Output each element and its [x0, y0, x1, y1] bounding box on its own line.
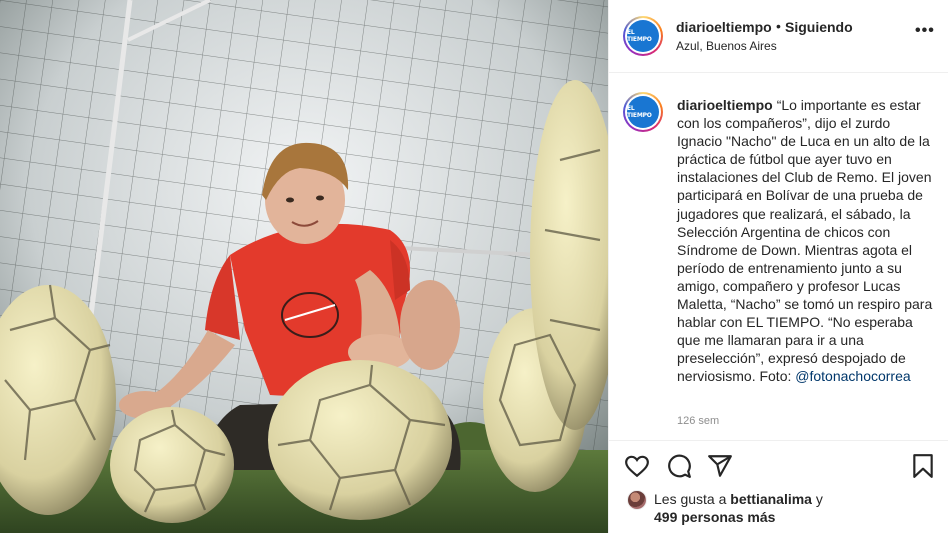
- avatar-logo: EL TIEMPO: [627, 96, 659, 128]
- following-button[interactable]: Siguiendo: [785, 19, 853, 35]
- post-image: [0, 0, 608, 533]
- liker-username[interactable]: bettianalima: [730, 491, 812, 507]
- share-icon[interactable]: [707, 453, 733, 479]
- likes-summary: Les gusta a bettianalima y 499 personas …: [654, 490, 844, 526]
- likes-prefix: Les gusta a: [654, 491, 727, 507]
- separator-dot: •: [776, 18, 781, 34]
- more-horizontal-icon[interactable]: •••: [915, 22, 935, 40]
- bookmark-icon[interactable]: [910, 453, 936, 479]
- likes-others-link[interactable]: 499 personas más: [654, 509, 775, 525]
- action-bar: Les gusta a bettianalima y 499 personas …: [609, 440, 948, 533]
- post-photo[interactable]: [0, 0, 608, 533]
- likes-conjunction: y: [815, 491, 823, 507]
- post-location[interactable]: Azul, Buenos Aires: [676, 39, 777, 53]
- photo-credit-mention[interactable]: @fotonachocorrea: [795, 368, 910, 384]
- comment-icon[interactable]: [666, 453, 692, 479]
- post-caption: diarioeltiempo “Lo importante es estar co…: [677, 96, 937, 386]
- liker-avatar[interactable]: [627, 490, 647, 510]
- post-timestamp[interactable]: 126 sem: [677, 415, 719, 427]
- heart-icon[interactable]: [624, 453, 650, 479]
- post-header: EL TIEMPO diarioeltiempo • Siguiendo Azu…: [609, 0, 948, 73]
- comments-area: EL TIEMPO diarioeltiempo “Lo importante e…: [609, 74, 948, 440]
- account-username[interactable]: diarioeltiempo: [676, 19, 772, 35]
- avatar-logo: EL TIEMPO: [627, 20, 659, 52]
- caption-avatar[interactable]: EL TIEMPO: [623, 92, 663, 132]
- caption-text: “Lo importante es estar con los compañer…: [677, 97, 933, 385]
- post-panel: EL TIEMPO diarioeltiempo • Siguiendo Azu…: [608, 0, 948, 533]
- account-avatar[interactable]: EL TIEMPO: [623, 16, 663, 56]
- caption-username[interactable]: diarioeltiempo: [677, 97, 773, 113]
